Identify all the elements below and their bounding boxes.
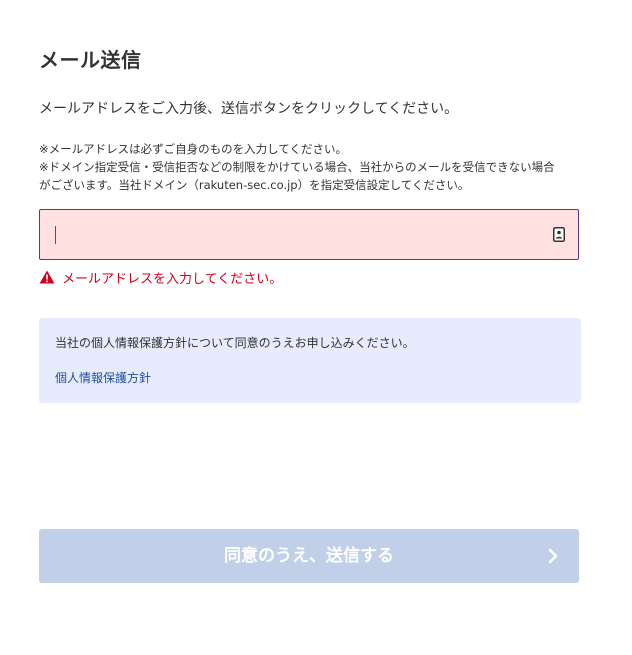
warning-icon	[39, 270, 55, 284]
email-field[interactable]	[40, 210, 544, 259]
privacy-consent-box: 当社の個人情報保護方針について同意のうえお申し込みください。 個人情報保護方針	[39, 318, 581, 403]
instruction-text: メールアドレスをご入力後、送信ボタンをクリックしてください。	[39, 101, 459, 117]
privacy-policy-link[interactable]: 個人情報保護方針	[55, 369, 151, 386]
email-field-container[interactable]	[39, 209, 579, 260]
email-error-message: メールアドレスを入力してください。	[39, 268, 283, 287]
submit-label: 同意のうえ、送信する	[224, 546, 394, 566]
note-line: ※メールアドレスは必ずご自身のものを入力してください。	[39, 142, 347, 156]
privacy-consent-text: 当社の個人情報保護方針について同意のうえお申し込みください。	[55, 336, 415, 350]
page-title: メール送信	[39, 48, 142, 73]
error-text: メールアドレスを入力してください。	[62, 271, 283, 287]
text-caret	[55, 226, 56, 244]
chevron-right-icon	[548, 548, 558, 564]
notes: ※メールアドレスは必ずご自身のものを入力してください。 ※ドメイン指定受信・受信…	[39, 140, 589, 194]
note-line: がございます。当社ドメイン（rakuten-sec.co.jp）を指定受信設定し…	[39, 178, 470, 192]
note-line: ※ドメイン指定受信・受信拒否などの制限をかけている場合、当社からのメールを受信で…	[39, 160, 555, 174]
agree-and-send-button[interactable]: 同意のうえ、送信する	[39, 529, 579, 583]
contact-card-icon[interactable]	[553, 227, 565, 242]
